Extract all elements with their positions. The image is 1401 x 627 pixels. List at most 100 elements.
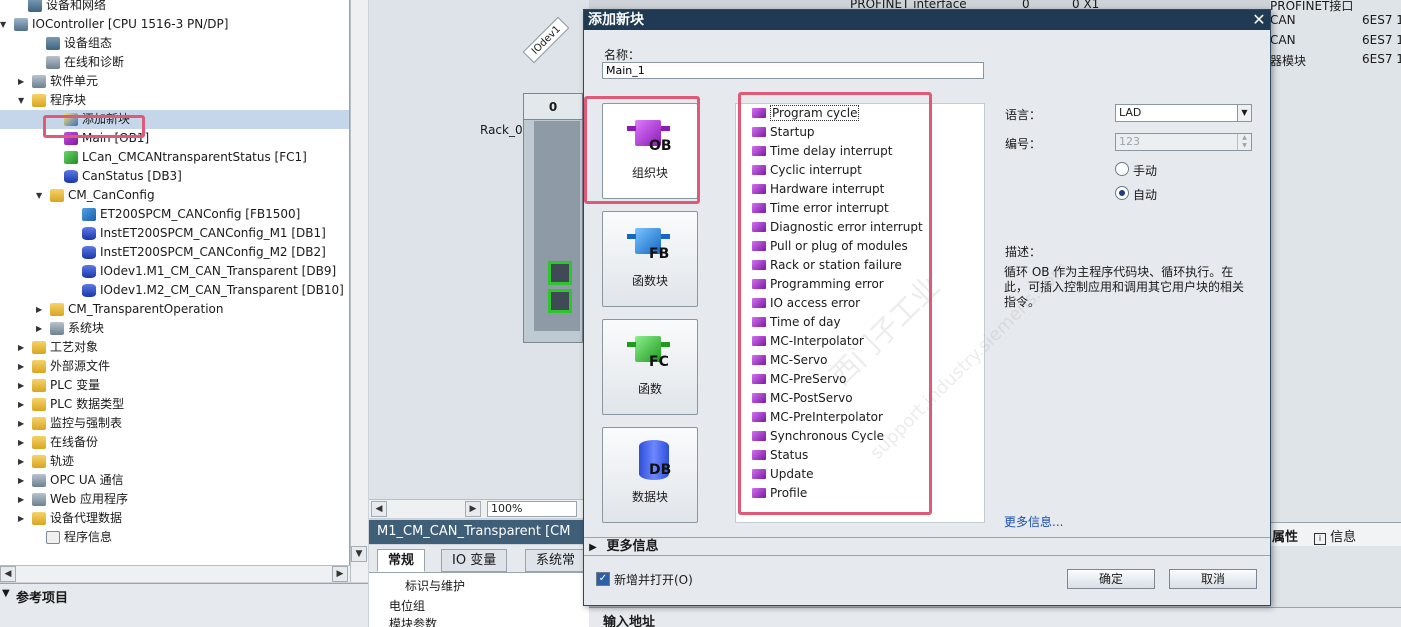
zoom-level-field[interactable]: 100% [487,501,577,517]
ethernet-port-icon[interactable] [548,261,572,285]
add-and-open-checkbox[interactable]: ✓ [596,572,610,586]
online-diagnostics-icon [46,56,60,69]
ok-button[interactable]: 确定 [1067,569,1155,589]
more-info-link[interactable]: 更多信息... [1004,513,1063,530]
tree-item[interactable]: ▼ 程序块 [0,91,349,110]
tree-item-label: 监控与强制表 [50,416,123,430]
rack[interactable]: 0 [523,93,583,343]
tree-item[interactable]: ▶ PLC 数据类型 [0,395,349,414]
more-info-section[interactable]: ▶ 更多信息 [584,537,1270,556]
scroll-left-icon[interactable]: ◀ [0,566,16,582]
expand-right-icon[interactable]: ▶ [18,433,28,452]
db-block-icon [82,265,96,278]
data-block-button[interactable]: DB 数据块 [602,427,698,523]
scroll-down-icon[interactable]: ▼ [351,546,367,562]
nav-identification[interactable]: 标识与维护 [405,577,465,594]
tree-item[interactable]: ▶ OPC UA 通信 [0,471,349,490]
tree-item[interactable]: ▶ 软件单元 [0,72,349,91]
device-config-icon [46,37,60,50]
spin-down-icon[interactable]: ▼ [1237,142,1251,150]
expand-right-icon[interactable]: ▶ [18,376,28,395]
input-address-label: 输入地址 [603,615,656,627]
tree-item-label: InstET200SPCM_CANConfig_M1 [DB1] [100,226,326,240]
tree-item[interactable]: CanStatus [DB3] [0,167,349,186]
tab-properties[interactable]: 属性 [1272,526,1298,545]
cpu-module[interactable] [534,121,580,331]
tree-item[interactable]: ▶ 系统块 [0,319,349,338]
tree-item-label: 外部源文件 [50,359,111,373]
chevron-right-icon[interactable]: ▶ [584,539,602,556]
tree-item[interactable]: ▶ Web 应用程序 [0,490,349,509]
tree-item[interactable]: ▶ 外部源文件 [0,357,349,376]
expand-right-icon[interactable]: ▶ [18,338,28,357]
tree-item[interactable]: 设备组态 [0,34,349,53]
properties-title: M1_CM_CAN_Transparent [CM [369,520,589,544]
block-name-input[interactable] [602,62,984,79]
tree-item[interactable]: ▶ PLC 变量 [0,376,349,395]
expand-right-icon[interactable]: ▶ [18,395,28,414]
table-cell: 6ES7 1 [1362,33,1401,47]
tree-horizontal-scrollbar[interactable]: ◀ ▶ [0,565,350,582]
spin-up-icon[interactable]: ▲ [1237,134,1251,142]
language-select[interactable]: LAD ▼ [1115,104,1252,122]
expand-right-icon[interactable]: ▶ [18,72,28,91]
function-block-button[interactable]: FB 函数块 [602,211,698,307]
scroll-right-icon[interactable]: ▶ [465,501,481,517]
tree-item[interactable]: 设备和网络 [0,0,349,15]
expand-right-icon[interactable]: ▶ [18,509,28,528]
expand-right-icon[interactable]: ▶ [18,490,28,509]
tab-io-tags[interactable]: IO 变量 [441,549,508,572]
tree-item[interactable]: LCan_CMCANtransparentStatus [FC1] [0,148,349,167]
tree-item[interactable]: InstET200SPCM_CANConfig_M2 [DB2] [0,243,349,262]
tab-system-constants[interactable]: 系统常 [525,549,587,572]
close-icon[interactable]: ✕ [1250,10,1268,30]
tree-item[interactable]: ▼ IOController [CPU 1516-3 PN/DP] [0,15,349,34]
function-button[interactable]: FC 函数 [602,319,698,415]
tree-item-label: LCan_CMCANtransparentStatus [FC1] [82,150,307,164]
nav-module-parameters[interactable]: 模块参数 [389,615,437,627]
scroll-left-icon[interactable]: ◀ [371,501,387,517]
tree-item[interactable]: ▶ 设备代理数据 [0,509,349,528]
tree-item[interactable]: IOdev1.M2_CM_CAN_Transparent [DB10] [0,281,349,300]
ethernet-port-icon[interactable] [548,289,572,313]
tree-item[interactable]: 程序信息 [0,528,349,547]
tree-vertical-scrollbar[interactable]: ▼ [350,0,368,582]
expand-down-icon[interactable]: ▼ [36,186,46,205]
tab-info[interactable]: i 信息 [1314,526,1356,545]
tree-item[interactable]: 在线和诊断 [0,53,349,72]
properties-tabs: 常规 IO 变量 系统常 [369,545,589,572]
tree-item[interactable]: ▶ 工艺对象 [0,338,349,357]
cancel-button[interactable]: 取消 [1169,569,1257,589]
fb-icon: FB [627,224,675,264]
tree-item[interactable]: ET200SPCM_CANConfig [FB1500] [0,205,349,224]
nav-potential-group[interactable]: 电位组 [389,597,425,614]
expand-right-icon[interactable]: ▶ [18,471,28,490]
scroll-right-icon[interactable]: ▶ [332,566,348,582]
auto-radio[interactable] [1115,186,1129,200]
tree-item[interactable]: InstET200SPCM_CANConfig_M1 [DB1] [0,224,349,243]
number-label: 编号： [1005,137,1042,151]
device-view-scrollbar[interactable]: ◀ ▶ 100% [369,499,589,518]
tree-item-label: PLC 数据类型 [50,397,125,411]
collapse-arrow-icon[interactable]: ▼ [2,588,10,599]
manual-radio[interactable] [1115,162,1129,176]
tree-item[interactable]: ▶ 监控与强制表 [0,414,349,433]
auto-label: 自动 [1133,188,1158,202]
chevron-down-icon[interactable]: ▼ [1237,105,1251,121]
software-unit-icon [32,75,46,88]
expand-right-icon[interactable]: ▶ [18,357,28,376]
expand-right-icon[interactable]: ▶ [18,414,28,433]
tree-item[interactable]: ▼ CM_CanConfig [0,186,349,205]
number-stepper[interactable]: 123 ▲ ▼ [1115,133,1252,151]
tree-item[interactable]: ▶ CM_TransparentOperation [0,300,349,319]
expand-down-icon[interactable]: ▼ [0,15,10,34]
expand-right-icon[interactable]: ▶ [18,452,28,471]
tab-general[interactable]: 常规 [377,549,426,572]
expand-right-icon[interactable]: ▶ [36,319,46,338]
expand-down-icon[interactable]: ▼ [18,91,28,110]
opcua-icon [32,474,46,487]
tree-item[interactable]: ▶ 在线备份 [0,433,349,452]
expand-right-icon[interactable]: ▶ [36,300,46,319]
tree-item[interactable]: IOdev1.M1_CM_CAN_Transparent [DB9] [0,262,349,281]
tree-item[interactable]: ▶ 轨迹 [0,452,349,471]
